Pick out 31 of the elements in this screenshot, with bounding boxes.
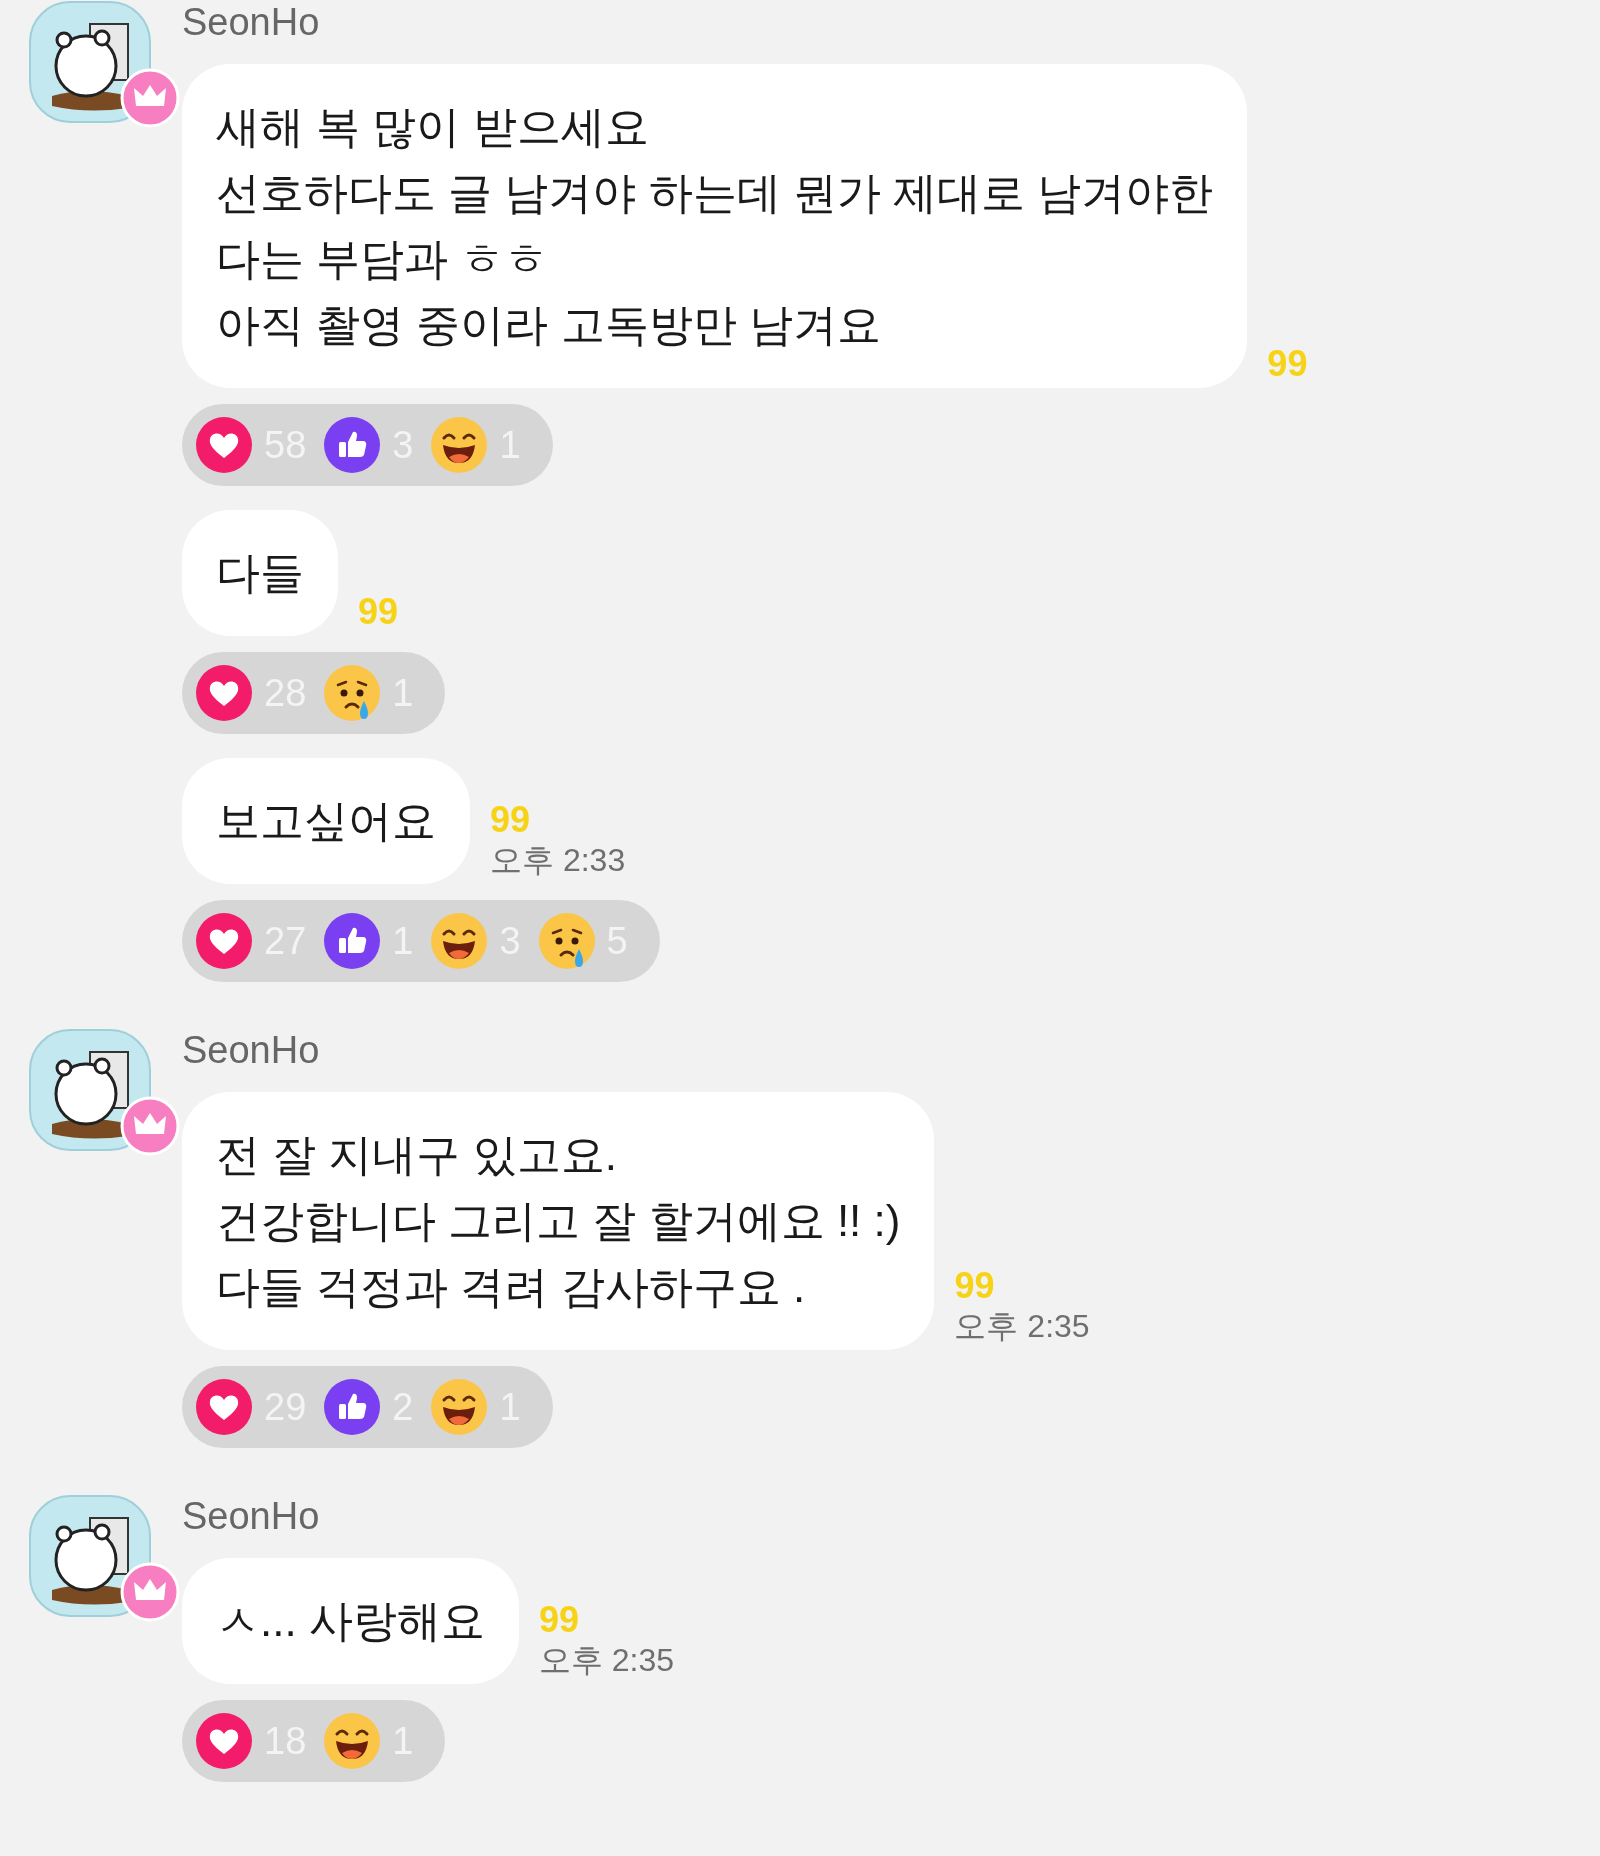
message-bubble: 다들	[182, 510, 338, 636]
laughing-face-icon	[324, 1713, 381, 1769]
crown-badge-icon	[120, 68, 180, 128]
thumbs-up-icon	[324, 417, 381, 473]
avatar[interactable]	[28, 1028, 152, 1152]
message-time: 오후 2:35	[538, 1641, 675, 1680]
crying-face-icon	[538, 913, 595, 969]
message-bubble: 전 잘 지내구 있고요. 건강합니다 그리고 잘 할거에요 !! :) 다들 걱정과 격려 감사하구요 .	[182, 1092, 935, 1350]
sender-name: SeonHo	[182, 0, 321, 45]
unread-count: 99	[538, 1600, 580, 1640]
sender-name: SeonHo	[182, 1494, 321, 1539]
crown-badge-icon	[120, 1562, 180, 1622]
unread-count: 99	[954, 1266, 996, 1306]
crown-badge-icon	[120, 1096, 180, 1156]
unread-count: 99	[358, 592, 399, 632]
crying-face-icon	[324, 665, 381, 721]
unread-count: 99	[490, 800, 532, 840]
thumbs-up-icon	[324, 913, 381, 969]
sender-name: SeonHo	[182, 1028, 321, 1073]
avatar[interactable]	[28, 0, 152, 124]
message-time: 오후 2:35	[954, 1307, 1090, 1346]
message-time: 오후 2:33	[490, 841, 626, 880]
laughing-face-icon	[431, 913, 488, 969]
avatar[interactable]	[28, 1494, 152, 1618]
message-bubble: 새해 복 많이 받으세요 선호하다도 글 남겨야 하는데 뭔가 제대로 남겨야한 다는 부담과 ㅎㅎ 아직 촬영 중이라 고독방만 남겨요	[182, 64, 1248, 388]
message-bubble: ㅅ... 사랑해요	[182, 1558, 519, 1684]
thumbs-up-icon	[324, 1379, 381, 1435]
laughing-face-icon	[431, 1379, 488, 1435]
unread-count: 99	[1267, 344, 1308, 384]
laughing-face-icon	[431, 417, 488, 473]
message-bubble: 보고싶어요	[182, 758, 470, 884]
